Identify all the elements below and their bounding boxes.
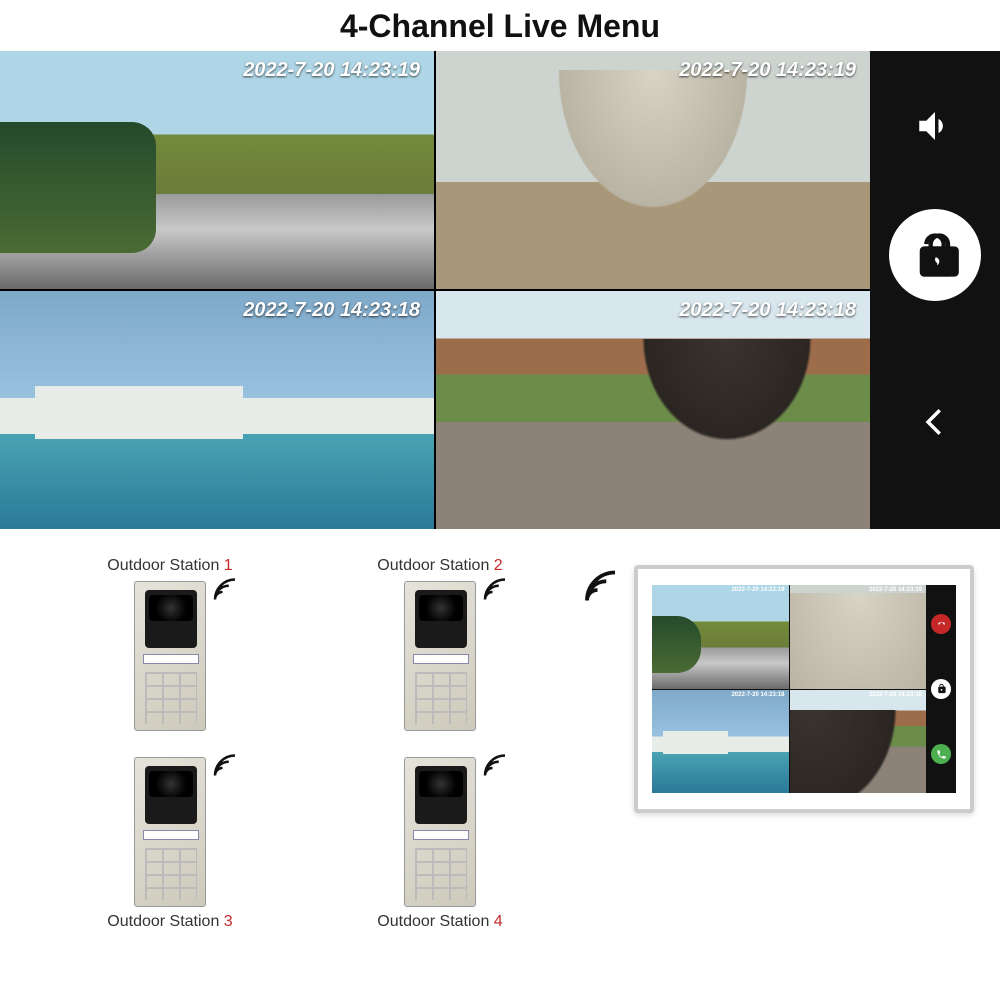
wifi-icon xyxy=(210,577,240,612)
monitor-controls xyxy=(926,585,956,793)
camera-feed xyxy=(436,51,870,289)
back-button[interactable] xyxy=(900,387,970,457)
keypad-icon xyxy=(134,757,206,907)
camera-2[interactable]: 2022-7-20 14:23:19 xyxy=(436,51,870,289)
station-label: Outdoor Station 1 xyxy=(107,557,232,575)
camera-4[interactable]: 2022-7-20 14:23:18 xyxy=(436,291,870,529)
timestamp: 2022-7-20 14:23:18 xyxy=(243,299,420,322)
indoor-monitor: 2022-7-20 14:23:19 2022-7-20 14:23:19 20… xyxy=(634,565,974,813)
monitor-device: 2022-7-20 14:23:19 2022-7-20 14:23:19 20… xyxy=(590,557,974,957)
volume-icon xyxy=(914,105,956,147)
phone-icon xyxy=(936,749,947,760)
hangup-button[interactable] xyxy=(931,614,951,634)
devices-row: Outdoor Station 1 Outdoor Station 2 Outd… xyxy=(0,529,1000,957)
camera-feed xyxy=(436,291,870,529)
mini-timestamp: 2022-7-20 14:23:18 xyxy=(869,692,922,698)
station-1: Outdoor Station 1 xyxy=(60,557,280,757)
wifi-icon xyxy=(580,569,622,616)
station-grid: Outdoor Station 1 Outdoor Station 2 Outd… xyxy=(60,557,550,957)
keypad-device xyxy=(134,757,206,907)
keypad-icon xyxy=(134,581,206,731)
mini-timestamp: 2022-7-20 14:23:19 xyxy=(731,587,784,593)
mini-camera-4: 2022-7-20 14:23:18 xyxy=(790,690,927,794)
camera-grid: 2022-7-20 14:23:19 2022-7-20 14:23:19 20… xyxy=(0,51,870,529)
monitor-grid: 2022-7-20 14:23:19 2022-7-20 14:23:19 20… xyxy=(652,585,926,793)
timestamp: 2022-7-20 14:23:18 xyxy=(679,299,856,322)
control-sidebar xyxy=(870,51,1000,529)
keypad-device xyxy=(404,757,476,907)
answer-button[interactable] xyxy=(931,744,951,764)
unlock-button[interactable] xyxy=(889,209,981,301)
station-3: Outdoor Station 3 xyxy=(60,757,280,957)
mini-timestamp: 2022-7-20 14:23:19 xyxy=(869,587,922,593)
keypad-device xyxy=(134,581,206,731)
mini-timestamp: 2022-7-20 14:23:18 xyxy=(731,692,784,698)
phone-down-icon xyxy=(936,618,947,629)
mini-camera-2: 2022-7-20 14:23:19 xyxy=(790,585,927,689)
camera-3[interactable]: 2022-7-20 14:23:18 xyxy=(0,291,434,529)
camera-feed xyxy=(0,291,434,529)
keypad-device xyxy=(404,581,476,731)
mini-camera-1: 2022-7-20 14:23:19 xyxy=(652,585,789,689)
volume-button[interactable] xyxy=(900,91,970,161)
wifi-icon xyxy=(480,577,510,612)
mini-camera-3: 2022-7-20 14:23:18 xyxy=(652,690,789,794)
timestamp: 2022-7-20 14:23:19 xyxy=(243,59,420,82)
keypad-icon xyxy=(404,757,476,907)
camera-feed xyxy=(0,51,434,289)
wifi-icon xyxy=(210,753,240,788)
mini-unlock-button[interactable] xyxy=(931,679,951,699)
station-label: Outdoor Station 2 xyxy=(377,557,502,575)
station-label: Outdoor Station 4 xyxy=(377,913,502,931)
station-4: Outdoor Station 4 xyxy=(330,757,550,957)
unlock-icon xyxy=(936,683,947,694)
keypad-icon xyxy=(404,581,476,731)
camera-1[interactable]: 2022-7-20 14:23:19 xyxy=(0,51,434,289)
wifi-icon xyxy=(480,753,510,788)
chevron-left-icon xyxy=(914,401,956,443)
station-2: Outdoor Station 2 xyxy=(330,557,550,757)
station-label: Outdoor Station 3 xyxy=(107,913,232,931)
unlock-icon xyxy=(909,229,961,281)
monitor-screen: 2022-7-20 14:23:19 2022-7-20 14:23:19 20… xyxy=(652,585,956,793)
live-view-row: 2022-7-20 14:23:19 2022-7-20 14:23:19 20… xyxy=(0,51,1000,529)
timestamp: 2022-7-20 14:23:19 xyxy=(679,59,856,82)
page-title: 4-Channel Live Menu xyxy=(0,0,1000,51)
